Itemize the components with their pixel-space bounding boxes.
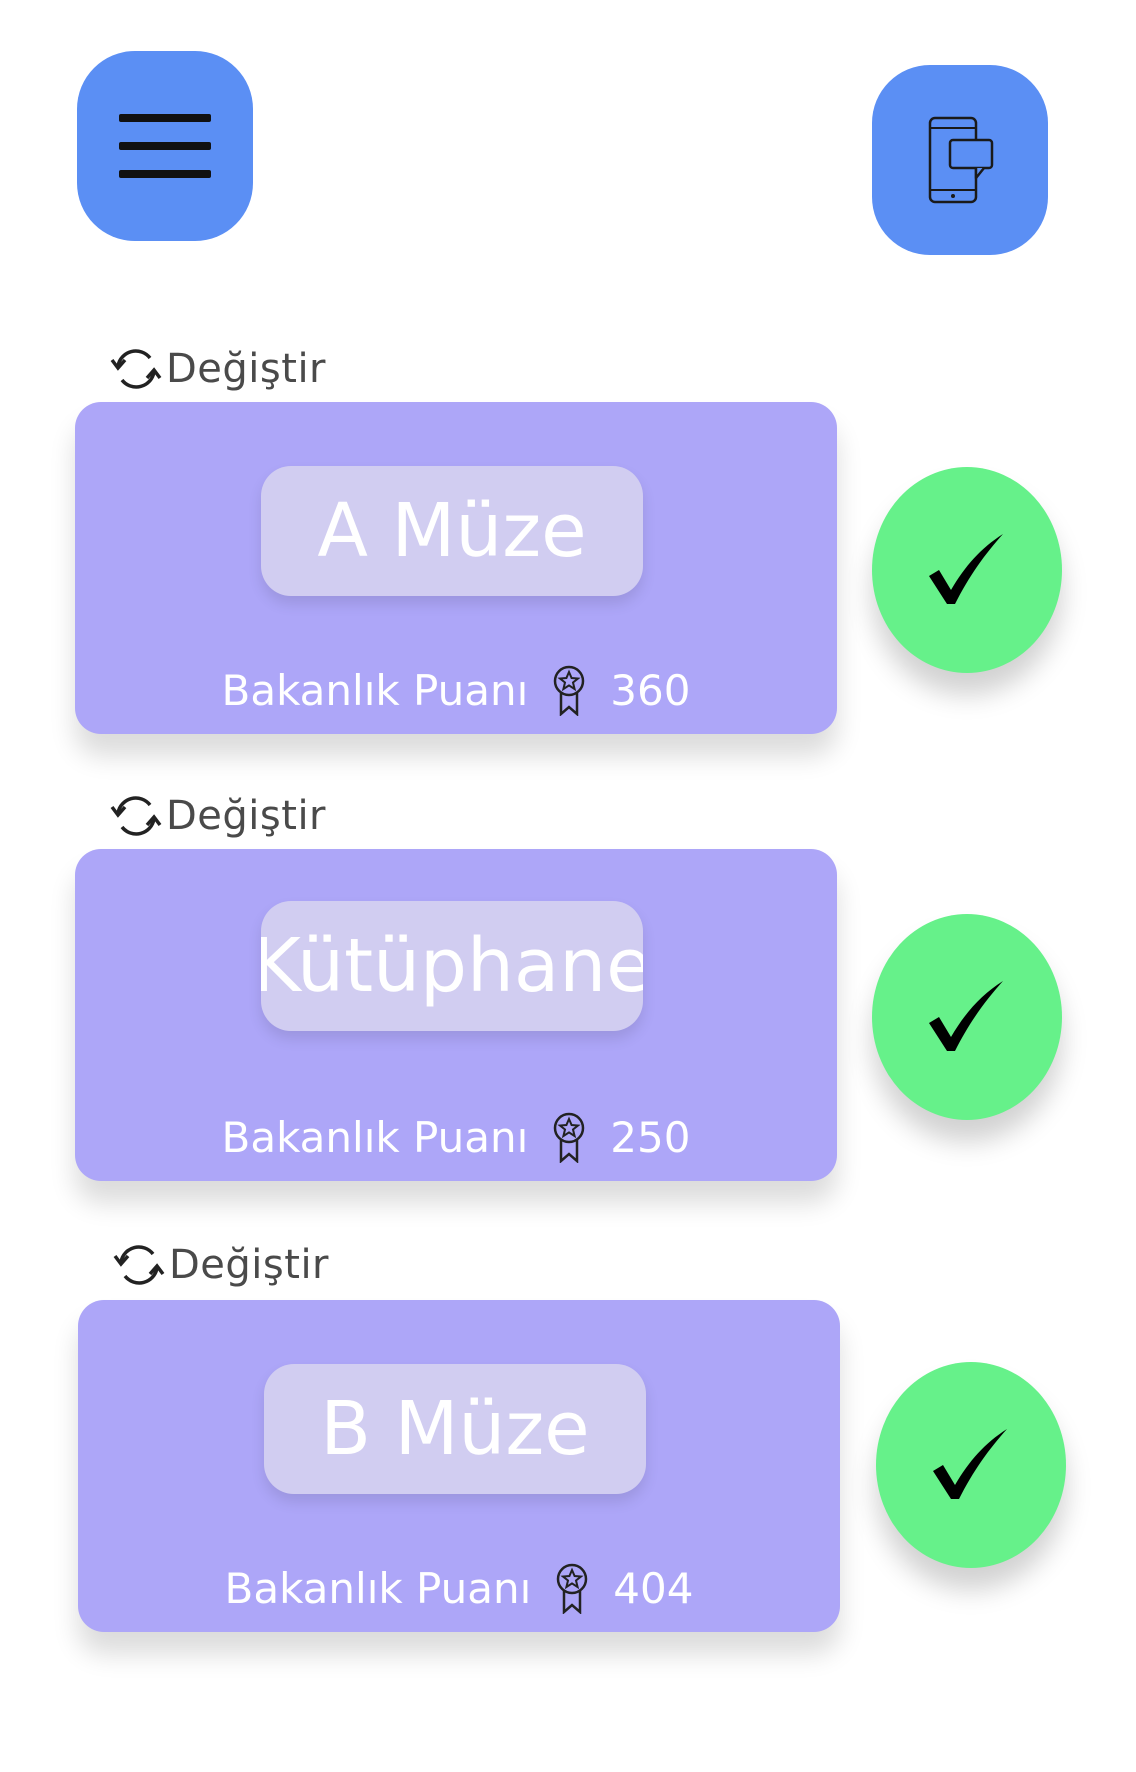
score-label: Bakanlık Puanı xyxy=(221,665,529,715)
change-label: Değiştir xyxy=(166,793,326,839)
award-ribbon-icon xyxy=(554,1112,585,1163)
menu-button[interactable] xyxy=(77,51,253,241)
score-value: 250 xyxy=(610,1112,691,1162)
place-name[interactable]: B Müze xyxy=(264,1364,646,1494)
score-row: Bakanlık Puanı 250 xyxy=(75,1111,837,1163)
checkmark-icon xyxy=(933,1429,1007,1499)
change-link-3[interactable]: Değiştir xyxy=(113,1242,329,1288)
hamburger-menu-icon xyxy=(119,114,211,178)
award-ribbon-icon xyxy=(557,1563,588,1614)
checkmark-icon xyxy=(929,534,1003,604)
score-label: Bakanlık Puanı xyxy=(221,1112,529,1162)
place-name[interactable]: A Müze xyxy=(261,466,643,596)
change-link-1[interactable]: Değiştir xyxy=(110,346,326,392)
score-value: 360 xyxy=(610,665,691,715)
checkmark-icon xyxy=(929,981,1003,1051)
score-value: 404 xyxy=(613,1563,694,1613)
change-label: Değiştir xyxy=(169,1242,329,1288)
page: Değiştir A Müze Bakanlık Puanı 360 Değiş… xyxy=(0,0,1136,1772)
change-label: Değiştir xyxy=(166,346,326,392)
place-card-2: Kütüphane Bakanlık Puanı 250 xyxy=(75,849,837,1181)
phone-message-icon xyxy=(928,116,994,204)
refresh-icon xyxy=(113,1245,165,1285)
approve-button-2[interactable] xyxy=(872,914,1062,1120)
score-row: Bakanlık Puanı 404 xyxy=(78,1562,840,1614)
refresh-icon xyxy=(110,796,162,836)
approve-button-3[interactable] xyxy=(876,1362,1066,1568)
score-label: Bakanlık Puanı xyxy=(224,1563,532,1613)
place-name[interactable]: Kütüphane xyxy=(261,901,643,1031)
change-link-2[interactable]: Değiştir xyxy=(110,793,326,839)
messages-button[interactable] xyxy=(872,65,1048,255)
place-card-3: B Müze Bakanlık Puanı 404 xyxy=(78,1300,840,1632)
score-row: Bakanlık Puanı 360 xyxy=(75,664,837,716)
approve-button-1[interactable] xyxy=(872,467,1062,673)
award-ribbon-icon xyxy=(554,665,585,716)
refresh-icon xyxy=(110,349,162,389)
place-card-1: A Müze Bakanlık Puanı 360 xyxy=(75,402,837,734)
